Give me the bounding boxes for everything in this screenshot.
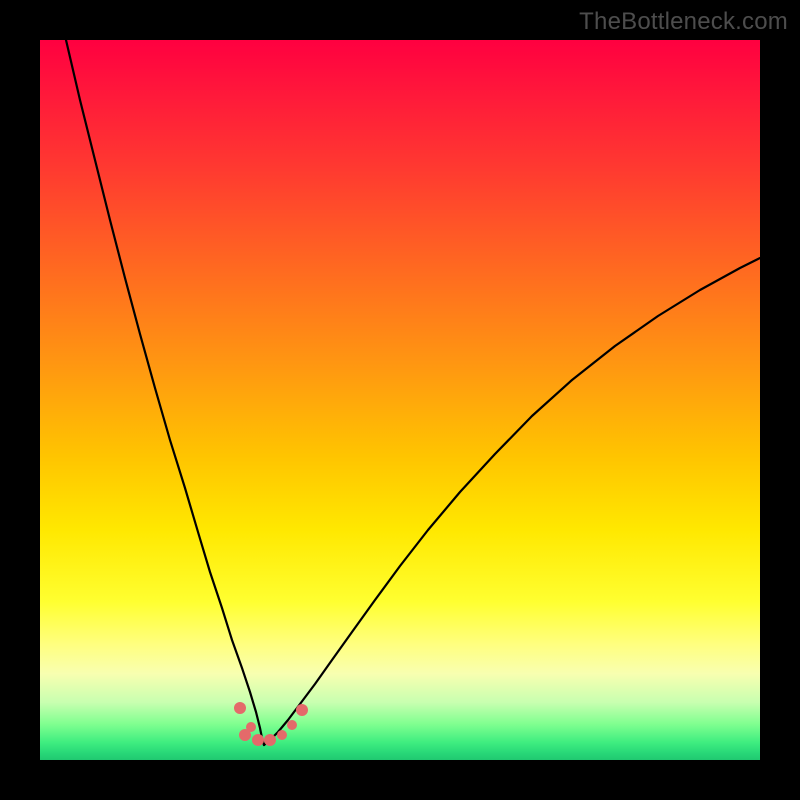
marker-dot xyxy=(252,734,264,746)
plot-area xyxy=(40,40,760,760)
marker-dot xyxy=(296,704,308,716)
marker-dot xyxy=(277,730,287,740)
chart-svg xyxy=(40,40,760,760)
marker-dot xyxy=(287,720,297,730)
curve-left-branch xyxy=(66,40,264,745)
marker-dot xyxy=(239,729,251,741)
watermark-text: TheBottleneck.com xyxy=(579,8,788,36)
marker-dot xyxy=(234,702,246,714)
marker-dot xyxy=(264,734,276,746)
curve-right-branch xyxy=(264,258,760,745)
outer-frame: TheBottleneck.com xyxy=(0,0,800,800)
bottleneck-markers xyxy=(234,702,308,746)
